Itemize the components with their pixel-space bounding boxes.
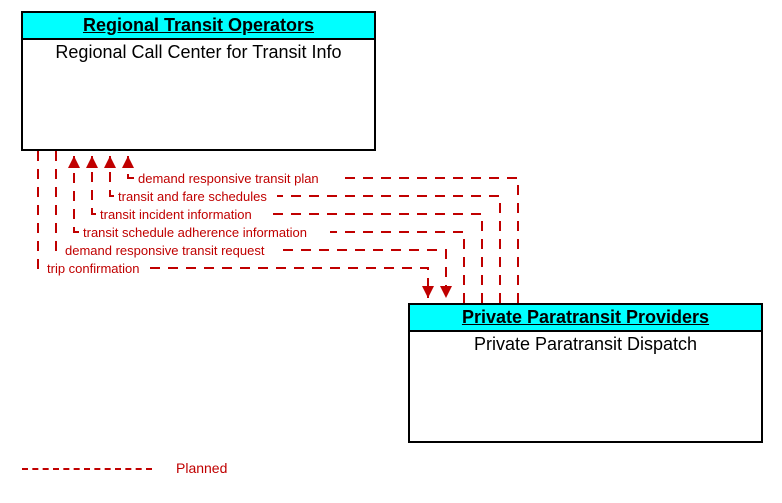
flow-label: trip confirmation: [47, 261, 139, 276]
entity-header: Regional Transit Operators: [23, 13, 374, 40]
entity-header: Private Paratransit Providers: [410, 305, 761, 332]
flow-label: transit incident information: [100, 207, 252, 222]
flow-label: demand responsive transit plan: [138, 171, 319, 186]
legend-label: Planned: [176, 460, 227, 476]
legend-line: [22, 468, 152, 470]
entity-sub: Private Paratransit Dispatch: [410, 332, 761, 357]
entity-regional-transit-operators: Regional Transit Operators Regional Call…: [21, 11, 376, 151]
flow-label: transit schedule adherence information: [83, 225, 307, 240]
flow-label: demand responsive transit request: [65, 243, 264, 258]
flow-label: transit and fare schedules: [118, 189, 267, 204]
entity-sub: Regional Call Center for Transit Info: [23, 40, 374, 65]
entity-private-paratransit-providers: Private Paratransit Providers Private Pa…: [408, 303, 763, 443]
